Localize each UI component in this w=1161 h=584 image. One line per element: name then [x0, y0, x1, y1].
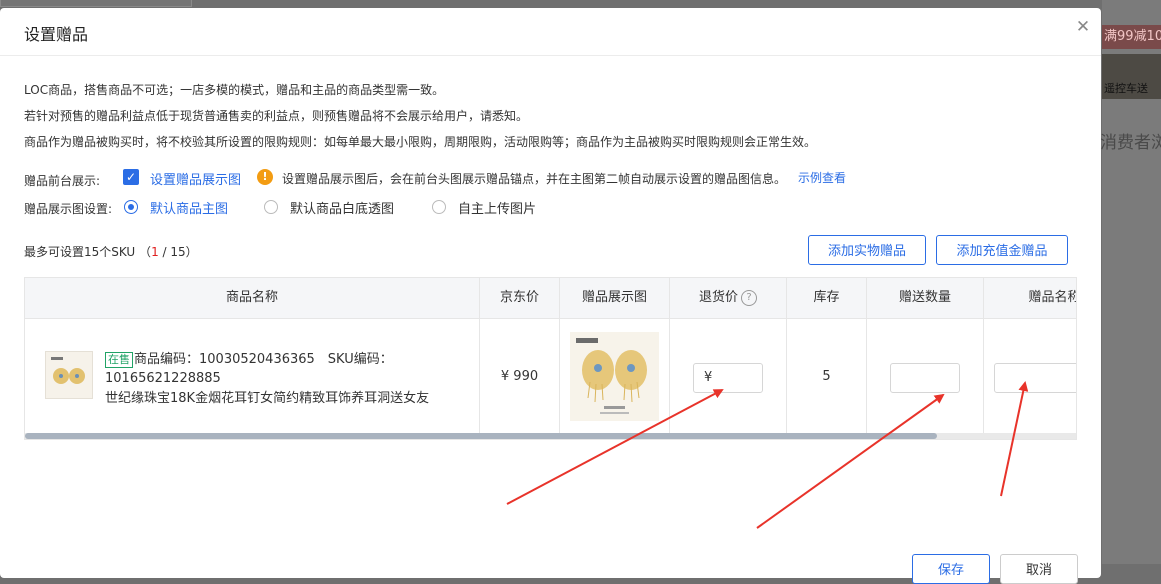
header-gift-quantity: 赠送数量 — [867, 278, 984, 318]
header-return-price: 退货价? — [670, 278, 787, 318]
cell-gift-quantity — [867, 319, 984, 434]
dialog-title: 设置赠品 — [24, 25, 89, 44]
header-stock: 库存 — [787, 278, 867, 318]
header-gift-name: 赠品名称 — [1028, 290, 1077, 305]
product-info: 在售 商品编码：10030520436365 SKU编码：101656212288… — [105, 350, 475, 408]
product-codes: 商品编码：10030520436365 SKU编码：10165621228885 — [105, 352, 393, 386]
sku-total-count: / 15 — [162, 245, 186, 259]
scrollbar-thumb[interactable] — [25, 433, 937, 439]
cell-return-price: ¥ — [670, 319, 787, 434]
radio-default-main-image[interactable] — [124, 200, 138, 214]
cell-gift-image — [560, 319, 670, 434]
notice-line-2: 若针对预售的赠品利益点低于现货普通售卖的利益点，则预售赠品将不会展示给用户，请悉… — [24, 109, 529, 123]
radio-label-upload-image[interactable]: 自主上传图片 — [458, 198, 536, 217]
save-button[interactable]: 保存 — [912, 554, 990, 584]
product-name: 世纪缘珠宝18K金烟花耳钉女简约精致耳饰养耳洞送女友 — [105, 391, 430, 406]
gift-quantity-input[interactable] — [890, 363, 960, 393]
radio-default-white-bg-image[interactable] — [264, 200, 278, 214]
example-view-link[interactable]: 示例查看 — [798, 169, 846, 186]
radio-upload-image[interactable] — [432, 200, 446, 214]
header-return-price-label: 退货价 — [698, 290, 738, 305]
notice-line-3: 商品作为赠品被购买时，将不校验其所设置的限购规则：如每单最大最小限购，周期限购，… — [24, 135, 817, 149]
product-thumbnail — [45, 351, 93, 399]
gift-display-image[interactable] — [570, 332, 659, 421]
background-promo-badge: 满99减10 — [1102, 25, 1161, 49]
display-image-checkbox-label[interactable]: 设置赠品展示图 — [150, 169, 241, 188]
status-badge: 在售 — [105, 352, 133, 368]
add-recharge-gift-button[interactable]: 添加充值金赠品 — [936, 235, 1068, 265]
gift-settings-dialog: 设置赠品 ✕ LOC商品，搭售商品不可选；一店多模的模式，赠品和主品的商品类型需… — [0, 8, 1101, 584]
cell-product: 在售 商品编码：10030520436365 SKU编码：101656212288… — [25, 319, 480, 434]
header-gift-image: 赠品展示图 — [560, 278, 670, 318]
close-icon[interactable]: ✕ — [1075, 19, 1091, 36]
cancel-button[interactable]: 取消 — [1000, 554, 1078, 584]
notice-line-1: LOC商品，搭售商品不可选；一店多模的模式，赠品和主品的商品类型需一致。 — [24, 83, 445, 97]
display-image-hint: 设置赠品展示图后，会在前台头图展示赠品锚点，并在主图第二帧自动展示设置的赠品图信… — [282, 172, 787, 186]
cell-jd-price: ¥ 990 — [480, 319, 560, 434]
image-setting-label: 赠品展示图设置: — [24, 202, 113, 216]
radio-label-default-white-bg-image[interactable]: 默认商品白底透图 — [290, 198, 394, 217]
front-display-label: 赠品前台展示: — [24, 174, 101, 188]
gift-name-input[interactable] — [994, 363, 1076, 393]
stock-value: 5 — [822, 369, 831, 384]
header-jd-price: 京东价 — [480, 278, 560, 318]
display-image-checkbox[interactable]: ✓ — [123, 169, 139, 185]
add-physical-gift-button[interactable]: 添加实物赠品 — [808, 235, 926, 265]
background-search-input — [0, 0, 192, 7]
sku-limit-text: 最多可设置15个SKU （1 / 15） — [24, 245, 198, 259]
title-divider — [0, 55, 1101, 56]
jd-price-value: ¥ 990 — [500, 369, 539, 384]
background-consumer-text: 消费者浏 — [1100, 133, 1161, 153]
return-price-input[interactable]: ¥ — [693, 363, 763, 393]
cell-gift-name — [984, 319, 1076, 434]
warning-icon: ! — [257, 169, 273, 185]
radio-label-default-main-image[interactable]: 默认商品主图 — [150, 198, 228, 217]
table-header: 商品名称 京东价 赠品展示图 退货价? 库存 赠送数量 赠品名称 — [25, 278, 1077, 319]
background-cart-text: 遥控车送 — [1104, 82, 1148, 95]
cell-stock: 5 — [787, 319, 867, 434]
sku-limit-prefix: 最多可设置15个SKU — [24, 245, 136, 259]
sku-current-count: 1 — [151, 245, 159, 259]
help-icon[interactable]: ? — [741, 289, 757, 306]
header-product-name: 商品名称 — [25, 278, 480, 318]
horizontal-scrollbar[interactable] — [25, 433, 1076, 439]
gift-table: 商品名称 京东价 赠品展示图 退货价? 库存 赠送数量 赠品名称 在售 商品编码… — [24, 277, 1077, 440]
